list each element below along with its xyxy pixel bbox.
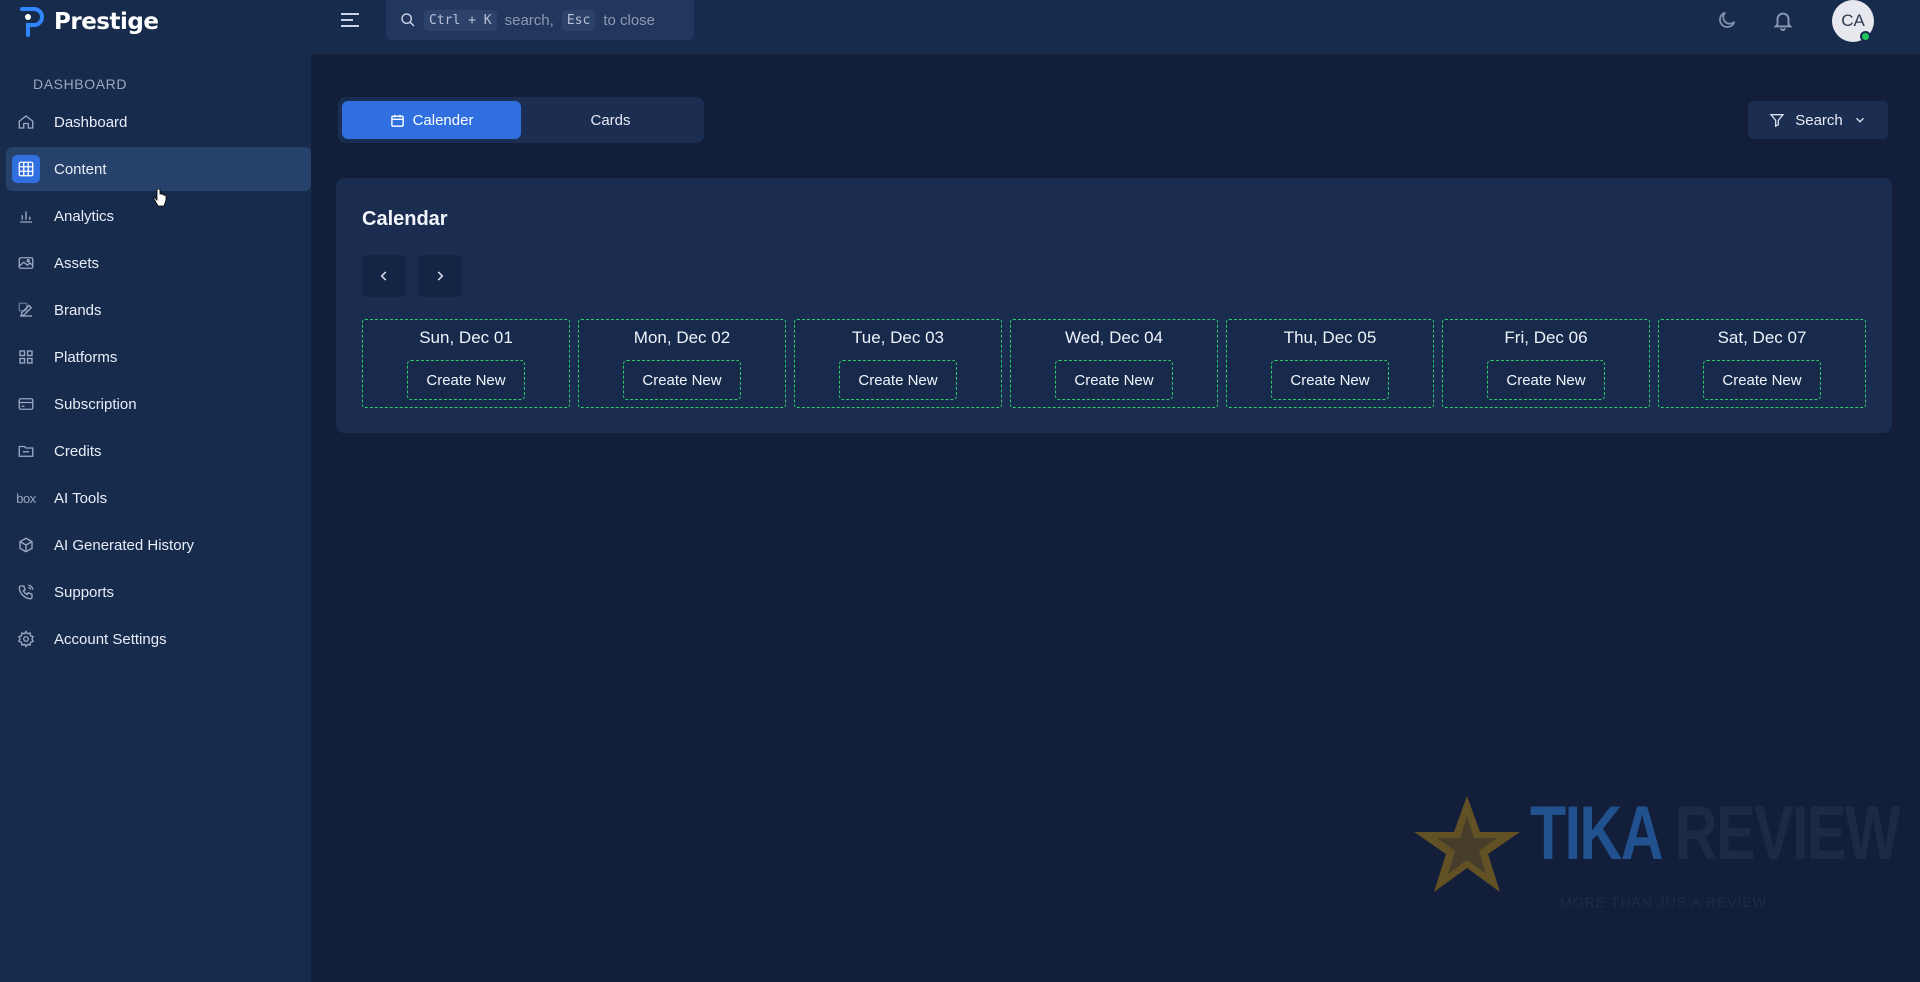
sidebar-item-subscription[interactable]: Subscription	[6, 382, 311, 426]
day-label: Sun, Dec 01	[419, 328, 513, 347]
create-new-button[interactable]: Create New	[1487, 360, 1605, 400]
sidebar-item-label: Account Settings	[54, 630, 167, 648]
day-label: Sat, Dec 07	[1717, 328, 1807, 347]
hamburger-icon[interactable]	[335, 8, 365, 32]
filter-search-button[interactable]: Search	[1748, 101, 1888, 139]
sidebar-item-platforms[interactable]: Platforms	[6, 335, 311, 379]
watermark: TIKA REVIEW MORE THAN JUS A REVIEW	[1412, 790, 1901, 910]
calendar-day: Fri, Dec 06 Create New	[1442, 319, 1650, 408]
phone-icon	[12, 578, 40, 606]
gear-icon	[12, 625, 40, 653]
day-label: Mon, Dec 02	[633, 328, 731, 347]
watermark-title: TIKA REVIEW	[1530, 790, 1901, 877]
search-icon	[401, 13, 415, 27]
topbar: Ctrl + K search, Esc to close	[311, 0, 1920, 54]
watermark-title-a: TIKA	[1530, 791, 1661, 876]
sidebar-item-label: Content	[54, 160, 107, 178]
watermark-title-b: REVIEW	[1674, 791, 1901, 876]
folder-icon	[12, 437, 40, 465]
app-logo[interactable]: Prestige	[18, 4, 159, 40]
box-glyph: box	[16, 490, 36, 506]
sidebar-item-credits[interactable]: Credits	[6, 429, 311, 473]
sidebar-item-label: Credits	[54, 442, 102, 460]
calendar-day: Sat, Dec 07 Create New	[1658, 319, 1866, 408]
sidebar-nav: Dashboard Content Analytics Assets Brand…	[6, 100, 311, 664]
grid-icon	[12, 155, 40, 183]
calendar-day: Sun, Dec 01 Create New	[362, 319, 570, 408]
apps-icon	[12, 343, 40, 371]
day-label: Fri, Dec 06	[1504, 328, 1588, 347]
nav-section-title: DASHBOARD	[33, 76, 128, 92]
sidebar-item-label: Dashboard	[54, 113, 128, 131]
prestige-logo-icon	[20, 7, 44, 37]
day-label: Thu, Dec 05	[1283, 328, 1377, 347]
sidebar-item-ai-generated-history[interactable]: AI Generated History	[6, 523, 311, 567]
home-icon	[12, 108, 40, 136]
sidebar-item-label: Supports	[54, 583, 115, 601]
prev-week-button[interactable]	[362, 255, 406, 297]
moon-icon[interactable]	[1716, 9, 1738, 31]
bar-chart-icon	[12, 202, 40, 230]
tab-calender[interactable]: Calender	[342, 101, 521, 139]
filter-icon	[1769, 114, 1785, 128]
search-hint-tail: to close	[603, 11, 656, 29]
create-new-button[interactable]: Create New	[407, 360, 525, 400]
sidebar-item-dashboard[interactable]: Dashboard	[6, 100, 311, 144]
shortcut-key-ctrl-k: Ctrl + K	[424, 9, 497, 31]
create-new-button[interactable]: Create New	[839, 360, 957, 400]
calendar-card: Calendar Sun, Dec 01 Create New Mon, Dec…	[336, 178, 1892, 433]
create-new-button[interactable]: Create New	[1703, 360, 1821, 400]
next-week-button[interactable]	[418, 255, 462, 297]
sidebar-item-brands[interactable]: Brands	[6, 288, 311, 332]
calendar-title: Calendar	[362, 208, 448, 230]
global-search[interactable]: Ctrl + K search, Esc to close	[386, 0, 694, 40]
shortcut-key-esc: Esc	[561, 9, 596, 31]
chevron-down-icon	[1855, 117, 1864, 123]
search-hint-text: search,	[504, 11, 554, 29]
sidebar-item-label: AI Tools	[54, 489, 108, 507]
hand-cursor-icon	[153, 189, 167, 207]
tab-label: Calender	[412, 111, 474, 129]
chevron-left-icon	[380, 271, 387, 281]
create-new-button[interactable]: Create New	[623, 360, 741, 400]
sidebar-item-label: AI Generated History	[54, 536, 195, 554]
day-label: Wed, Dec 04	[1065, 328, 1163, 347]
chevron-right-icon	[437, 271, 444, 281]
sidebar-item-label: Brands	[54, 301, 102, 319]
sidebar-item-assets[interactable]: Assets	[6, 241, 311, 285]
box-text-icon: box	[12, 484, 40, 512]
view-switch: Calender Cards	[338, 97, 704, 143]
cube-icon	[12, 531, 40, 559]
bell-icon[interactable]	[1772, 9, 1794, 31]
day-label: Tue, Dec 03	[852, 328, 944, 347]
star-logo-icon	[1414, 796, 1520, 892]
watermark-subtitle: MORE THAN JUS A REVIEW	[1560, 894, 1767, 910]
online-status-dot	[1860, 31, 1871, 42]
calendar-day: Thu, Dec 05 Create New	[1226, 319, 1434, 408]
create-new-button[interactable]: Create New	[1271, 360, 1389, 400]
card-icon	[12, 390, 40, 418]
sidebar-item-ai-tools[interactable]: box AI Tools	[6, 476, 311, 520]
tab-cards[interactable]: Cards	[521, 101, 700, 139]
image-icon	[12, 249, 40, 277]
edit-icon	[12, 296, 40, 324]
calendar-day: Wed, Dec 04 Create New	[1010, 319, 1218, 408]
sidebar-item-label: Platforms	[54, 348, 118, 366]
sidebar-item-account-settings[interactable]: Account Settings	[6, 617, 311, 661]
sidebar-item-content[interactable]: Content	[6, 147, 311, 191]
filter-label: Search	[1795, 111, 1843, 129]
tab-label: Cards	[590, 111, 631, 129]
calendar-day: Mon, Dec 02 Create New	[578, 319, 786, 408]
app-name: Prestige	[54, 9, 159, 35]
sidebar: Prestige DASHBOARD Dashboard Content Ana…	[0, 0, 311, 982]
create-new-button[interactable]: Create New	[1055, 360, 1173, 400]
calendar-day: Tue, Dec 03 Create New	[794, 319, 1002, 408]
sidebar-item-label: Subscription	[54, 395, 137, 413]
sidebar-item-label: Assets	[54, 254, 100, 272]
sidebar-item-supports[interactable]: Supports	[6, 570, 311, 614]
calendar-icon	[390, 114, 404, 127]
sidebar-item-label: Analytics	[54, 207, 115, 225]
calendar-days: Sun, Dec 01 Create New Mon, Dec 02 Creat…	[362, 319, 1866, 408]
